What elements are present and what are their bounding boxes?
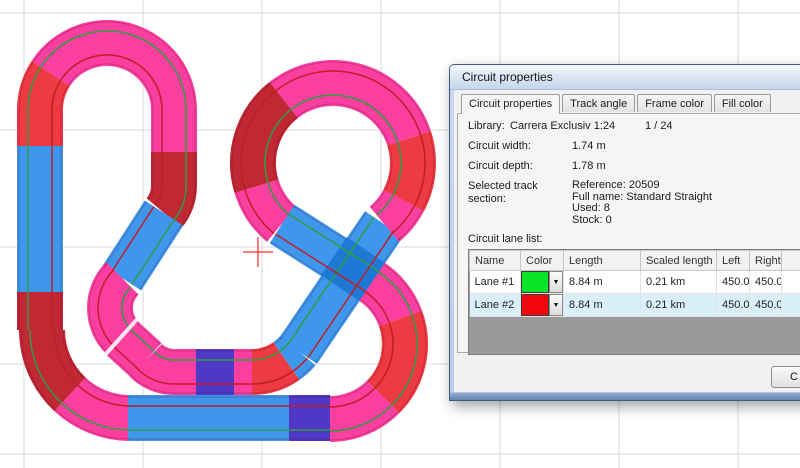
selected-section-label: Selected track section: — [468, 180, 538, 205]
tab-strip: Circuit properties Track angle Frame col… — [461, 94, 771, 114]
lane2-color-dropdown[interactable]: ▼ — [549, 294, 563, 316]
chevron-down-icon: ▼ — [552, 278, 560, 286]
col-scaled-length[interactable]: Scaled length — [640, 250, 717, 271]
dialog-title: Circuit properties — [462, 70, 553, 84]
lane2-length: 8.84 m — [563, 293, 641, 317]
selected-section-details: Reference: 20509 Full name: Standard Str… — [572, 179, 712, 226]
lane1-name: Lane #1 — [469, 270, 521, 294]
lane1-left: 450.0 ° — [716, 270, 750, 294]
lane1-right: 450.0 ° — [749, 270, 782, 294]
lane1-length: 8.84 m — [563, 270, 641, 294]
selected-section-reference: Reference: 20509 — [572, 179, 660, 191]
circuit-width-label: Circuit width: — [468, 140, 531, 152]
close-button[interactable]: C — [771, 366, 800, 388]
circuit-depth-value: 1.78 m — [572, 160, 606, 172]
dialog-client: Circuit properties Track angle Frame col… — [454, 90, 800, 393]
col-right[interactable]: Right — [749, 250, 782, 271]
dialog-titlebar[interactable]: Circuit properties — [450, 65, 800, 90]
tab-page-circuit-properties: Library: Carrera Exclusiv 1:24 1 / 24 Ci… — [457, 113, 800, 355]
lane1-color-dropdown[interactable]: ▼ — [549, 271, 563, 293]
col-length[interactable]: Length — [563, 250, 641, 271]
col-name[interactable]: Name — [469, 250, 521, 271]
circuit-properties-dialog: Circuit properties Circuit properties Tr… — [449, 64, 800, 401]
lane-list-label: Circuit lane list: — [468, 233, 543, 245]
circuit-width-value: 1.74 m — [572, 140, 606, 152]
selected-section-used: Used: 8 — [572, 202, 610, 214]
tab-track-angle[interactable]: Track angle — [562, 94, 636, 112]
lane2-color-swatch[interactable] — [521, 294, 549, 316]
library-value: Carrera Exclusiv 1:24 — [510, 120, 616, 132]
lane2-right: 450.0 ° — [749, 293, 782, 317]
tab-fill-color[interactable]: Fill color — [713, 94, 771, 112]
cursor-crosshair — [243, 237, 273, 267]
lane-row-1[interactable]: Lane #1 ▼ 8.84 m 0.21 km 450.0 ° 450.0 ° — [469, 270, 800, 294]
lane-row-2[interactable]: Lane #2 ▼ 8.84 m 0.21 km 450.0 ° 450.0 ° — [469, 293, 800, 317]
tab-frame-color[interactable]: Frame color — [637, 94, 712, 112]
library-label: Library: — [468, 120, 505, 132]
col-left[interactable]: Left — [716, 250, 750, 271]
tab-circuit-properties[interactable]: Circuit properties — [461, 94, 561, 114]
lane1-scaled-length: 0.21 km — [640, 270, 717, 294]
dialog-bottom-frame — [450, 392, 800, 400]
lane2-left: 450.0 ° — [716, 293, 750, 317]
library-scale: 1 / 24 — [645, 120, 673, 132]
lane2-scaled-length: 0.21 km — [640, 293, 717, 317]
lane1-color-swatch[interactable] — [521, 271, 549, 293]
chevron-down-icon: ▼ — [552, 301, 560, 309]
lane-table: Name Color Length Scaled length Left Rig… — [468, 249, 800, 355]
col-filler — [781, 250, 800, 271]
selected-section-stock: Stock: 0 — [572, 213, 612, 226]
col-color[interactable]: Color — [520, 250, 564, 271]
lane2-name: Lane #2 — [469, 293, 521, 317]
circuit-depth-label: Circuit depth: — [468, 160, 533, 172]
lane-table-header: Name Color Length Scaled length Left Rig… — [469, 250, 800, 271]
